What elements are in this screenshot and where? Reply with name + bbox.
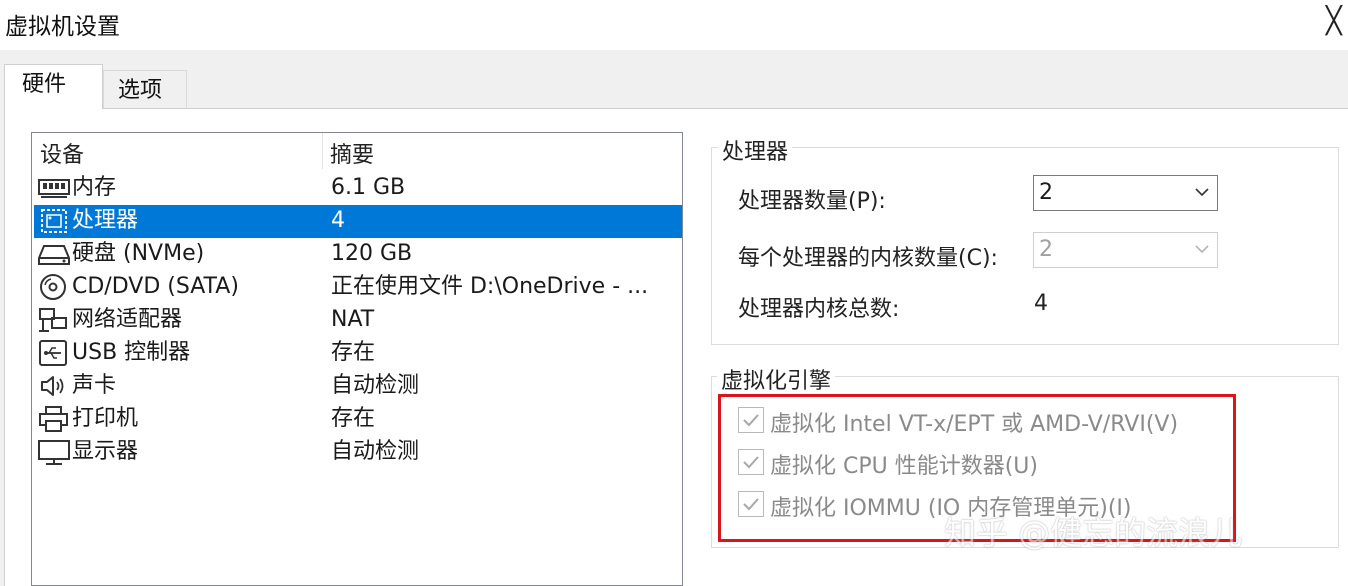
device-name: 显示器 <box>72 439 139 464</box>
device-summary: 正在使用文件 D:\OneDrive - ... <box>331 274 649 299</box>
device-summary: 自动检测 <box>331 373 420 398</box>
iommu-checkbox[interactable] <box>738 491 764 517</box>
column-header-summary[interactable]: 摘要 <box>330 137 374 169</box>
processor-count-value: 2 <box>1039 180 1053 205</box>
vt-x-ept-checkbox[interactable] <box>738 407 764 433</box>
virtualization-engine-title: 虚拟化引擎 <box>717 363 836 395</box>
device-row-sound-card[interactable]: 声卡 自动检测 <box>34 370 682 403</box>
device-summary: 存在 <box>331 340 376 365</box>
hard-disk-icon <box>37 240 71 268</box>
processor-group-title: 处理器 <box>718 134 793 166</box>
chevron-down-icon <box>1195 188 1209 197</box>
checkmark-icon <box>743 456 759 469</box>
title-bar: 虚拟机设置 ╳ <box>0 0 1348 50</box>
close-icon[interactable]: ╳ <box>1326 6 1348 36</box>
processor-icon <box>37 207 71 235</box>
cores-per-processor-value: 2 <box>1039 237 1053 262</box>
cpu-perf-counters-checkbox[interactable] <box>738 449 764 475</box>
device-summary: 120 GB <box>331 241 413 266</box>
device-summary: 4 <box>331 208 345 233</box>
device-name: 硬盘 (NVMe) <box>72 241 205 266</box>
device-name: 内存 <box>72 175 117 200</box>
device-name: CD/DVD (SATA) <box>72 274 239 299</box>
device-row-processor[interactable]: 处理器 4 <box>34 205 682 238</box>
total-cores-label: 处理器内核总数: <box>738 297 900 322</box>
checkmark-icon <box>743 498 759 511</box>
sound-icon <box>37 372 71 400</box>
total-cores-value: 4 <box>1034 291 1048 316</box>
checkmark-icon <box>743 414 759 427</box>
device-row-hard-disk[interactable]: 硬盘 (NVMe) 120 GB <box>34 238 682 271</box>
cores-per-processor-select[interactable]: 2 <box>1033 232 1218 268</box>
memory-icon <box>37 174 71 202</box>
chevron-down-icon <box>1195 245 1209 254</box>
usb-icon <box>37 339 71 367</box>
device-row-usb-controller[interactable]: USB 控制器 存在 <box>34 337 682 370</box>
display-icon <box>37 438 71 466</box>
column-header-device[interactable]: 设备 <box>40 137 84 169</box>
device-name: 网络适配器 <box>72 307 183 332</box>
watermark: 知乎 @健忘的流浪儿 <box>944 514 1243 552</box>
network-adapter-icon <box>37 306 71 334</box>
device-summary: 自动检测 <box>331 439 420 464</box>
device-row-network-adapter[interactable]: 网络适配器 NAT <box>34 304 682 337</box>
device-row-memory[interactable]: 内存 6.1 GB <box>34 172 682 205</box>
device-row-cd-dvd[interactable]: CD/DVD (SATA) 正在使用文件 D:\OneDrive - ... <box>34 271 682 304</box>
device-name: 打印机 <box>72 406 139 431</box>
cd-dvd-icon <box>37 273 71 301</box>
vt-x-ept-label[interactable]: 虚拟化 Intel VT-x/EPT 或 AMD-V/RVI(V) <box>770 406 1178 438</box>
cpu-perf-counters-label[interactable]: 虚拟化 CPU 性能计数器(U) <box>770 448 1038 480</box>
device-row-printer[interactable]: 打印机 存在 <box>34 403 682 436</box>
device-name: 声卡 <box>72 373 117 398</box>
tab-options[interactable]: 选项 <box>103 70 187 108</box>
column-separator[interactable] <box>322 133 323 169</box>
device-name: 处理器 <box>72 208 139 233</box>
window-title: 虚拟机设置 <box>5 14 120 40</box>
processor-count-label: 处理器数量(P): <box>738 189 886 214</box>
device-summary: 存在 <box>331 406 376 431</box>
device-summary: NAT <box>331 307 375 332</box>
device-list[interactable]: 设备 摘要 内存 6.1 GB 处理器 4 硬盘 (NVMe) 120 GB C… <box>31 132 683 586</box>
cores-per-processor-label: 每个处理器的内核数量(C): <box>738 246 998 271</box>
processor-count-select[interactable]: 2 <box>1033 175 1218 211</box>
device-name: USB 控制器 <box>72 340 191 365</box>
device-summary: 6.1 GB <box>331 175 406 200</box>
printer-icon <box>37 405 71 433</box>
device-row-display[interactable]: 显示器 自动检测 <box>34 436 682 469</box>
tab-hardware[interactable]: 硬件 <box>4 64 103 109</box>
